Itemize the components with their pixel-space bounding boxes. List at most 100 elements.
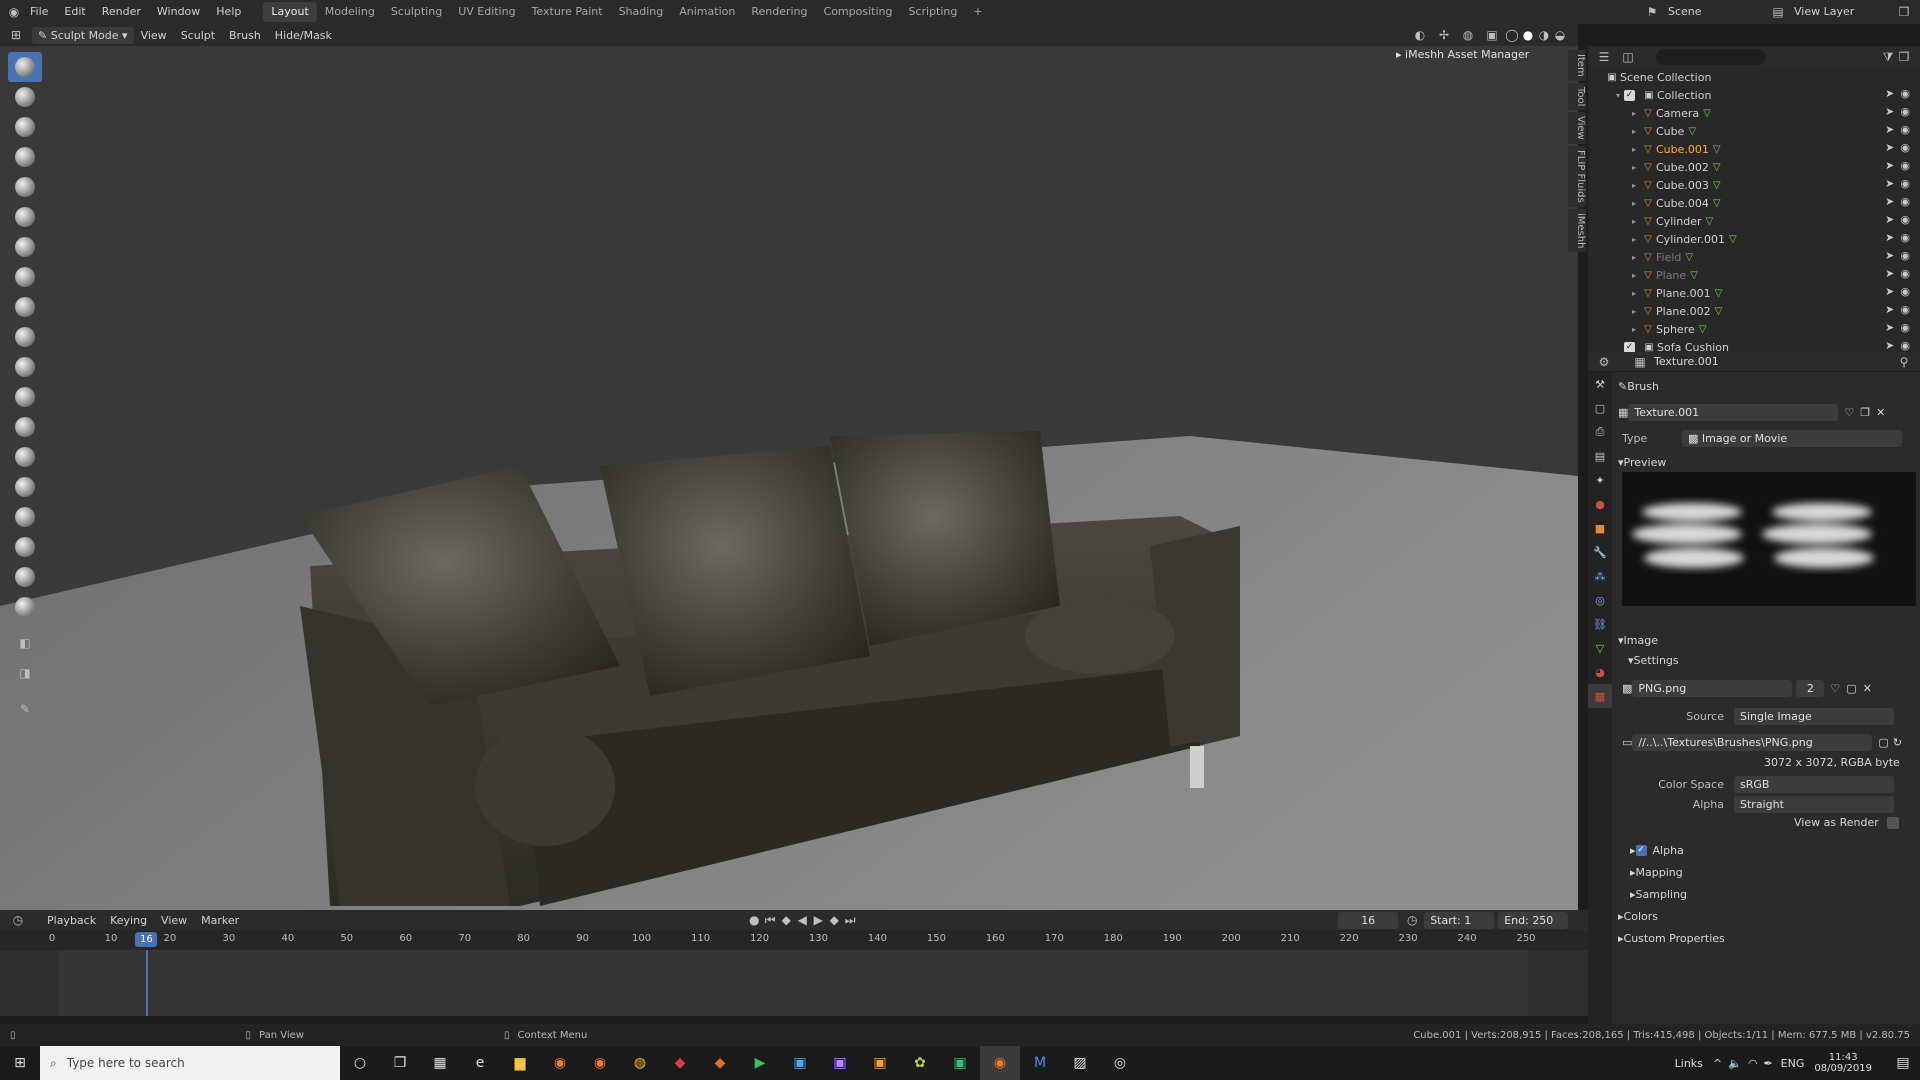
play-icon[interactable]: ▶ [810, 912, 826, 928]
select-arrow-icon[interactable]: ➤ [1885, 321, 1894, 334]
expand-icon[interactable]: ▸ [1628, 307, 1640, 316]
volume-icon[interactable]: 🔈 [1728, 1057, 1742, 1070]
menu-sculpt[interactable]: Sculpt [174, 29, 222, 42]
select-arrow-icon[interactable]: ➤ [1885, 177, 1894, 190]
mode-dropdown[interactable]: ✎ Sculpt Mode ▾ [32, 26, 134, 44]
playhead[interactable] [146, 950, 149, 1016]
add-workspace-button[interactable]: + [965, 2, 990, 22]
asset-manager-panel[interactable]: ▸ iMeshh Asset Manager [1396, 48, 1529, 61]
jump-start-icon[interactable]: ⏮ [762, 912, 778, 928]
select-arrow-icon[interactable]: ➤ [1885, 87, 1894, 100]
outliner-item[interactable]: ▸ ▽ Plane.002 ▽ ➤ ◉ [1588, 302, 1920, 320]
view-layer-selector[interactable]: View Layer [1786, 0, 1896, 24]
display-mode-icon[interactable]: ◫ [1620, 49, 1636, 65]
select-arrow-icon[interactable]: ➤ [1885, 105, 1894, 118]
outliner-item[interactable]: ▸ ▽ Cylinder ▽ ➤ ◉ [1588, 212, 1920, 230]
sampling-section-header[interactable]: ▸ Sampling [1630, 888, 1914, 901]
obs-icon[interactable]: ◎ [1100, 1046, 1140, 1080]
visibility-toggles[interactable]: ➤ ◉ [1885, 285, 1910, 298]
clock-icon[interactable]: ◷ [1404, 912, 1420, 928]
menu-keying[interactable]: Keying [103, 914, 154, 927]
visibility-toggles[interactable]: ➤ ◉ [1885, 177, 1910, 190]
expand-icon[interactable]: ▸ [1628, 127, 1640, 136]
menu-window[interactable]: Window [149, 0, 208, 24]
tool-grab[interactable] [8, 442, 42, 472]
select-arrow-icon[interactable]: ➤ [1885, 213, 1894, 226]
select-arrow-icon[interactable]: ➤ [1885, 195, 1894, 208]
visibility-toggles[interactable]: ➤ ◉ [1885, 123, 1910, 136]
eye-icon[interactable]: ◉ [1900, 231, 1910, 244]
expand-icon[interactable]: ▸ [1628, 325, 1640, 334]
shading-rendered-icon[interactable]: ◒ [1552, 27, 1568, 43]
file-explorer-icon[interactable]: ▆ [500, 1046, 540, 1080]
filter-icon[interactable]: ⧩ [1880, 49, 1896, 65]
language-indicator[interactable]: ENG [1781, 1057, 1805, 1070]
menu-hide-mask[interactable]: Hide/Mask [268, 29, 339, 42]
pen-icon[interactable]: ✒ [1763, 1057, 1772, 1070]
tool-rotate[interactable] [8, 562, 42, 592]
view-layer-tab-icon[interactable]: ▤ [1588, 444, 1612, 468]
expand-icon[interactable]: ▸ [1628, 289, 1640, 298]
xray-icon[interactable]: ▣ [1484, 27, 1500, 43]
calculator-icon[interactable]: ▦ [420, 1046, 460, 1080]
visibility-toggles[interactable]: ➤ ◉ [1885, 267, 1910, 280]
tab-texture-paint[interactable]: Texture Paint [524, 2, 611, 22]
material-tab-icon[interactable]: ◕ [1588, 660, 1612, 684]
colorful-app-icon[interactable]: ✿ [900, 1046, 940, 1080]
visibility-toggles[interactable]: ➤ ◉ [1885, 213, 1910, 226]
tool-flatten[interactable] [8, 322, 42, 352]
jump-end-icon[interactable]: ⏭ [842, 912, 858, 928]
type-dropdown[interactable]: ▩ Image or Movie [1682, 430, 1902, 447]
tool-fill[interactable] [8, 352, 42, 382]
visibility-toggles[interactable]: ➤ ◉ [1885, 195, 1910, 208]
eye-icon[interactable]: ◉ [1900, 249, 1910, 262]
visibility-toggles[interactable]: ➤ ◉ [1885, 339, 1910, 352]
outliner-item[interactable]: ▸ ▽ Cube ▽ ➤ ◉ [1588, 122, 1920, 140]
overlay-icon[interactable]: ◍ [1460, 27, 1476, 43]
illustrator-icon[interactable]: ▣ [860, 1046, 900, 1080]
reload-icon[interactable]: ↻ [1893, 736, 1902, 749]
settings-subsection-header[interactable]: ▾ Settings [1628, 654, 1914, 667]
network-icon[interactable]: ◠ [1748, 1057, 1758, 1070]
select-arrow-icon[interactable]: ➤ [1885, 303, 1894, 316]
current-frame-indicator[interactable]: 16 [135, 932, 158, 947]
select-arrow-icon[interactable]: ➤ [1885, 339, 1894, 352]
windows-start-icon[interactable]: ⊞ [0, 1046, 40, 1080]
side-tab-view[interactable]: View [1568, 112, 1586, 144]
mapping-section-header[interactable]: ▸ Mapping [1630, 866, 1914, 879]
visibility-toggles[interactable]: ➤ ◉ [1885, 321, 1910, 334]
expand-icon[interactable]: ▸ [1628, 181, 1640, 190]
unlink-icon[interactable]: ✕ [1863, 682, 1872, 695]
eye-icon[interactable]: ◉ [1900, 177, 1910, 190]
start-frame-field[interactable]: Start: 1 [1424, 911, 1495, 929]
object-tab-icon[interactable]: ■ [1588, 516, 1612, 540]
expand-icon[interactable]: ▸ [1628, 253, 1640, 262]
outliner-item[interactable]: ▸ ▽ Sphere ▽ ➤ ◉ [1588, 320, 1920, 338]
outliner-item[interactable]: ▸ ▽ Cube.003 ▽ ➤ ◉ [1588, 176, 1920, 194]
outliner-item[interactable]: ▸ ▽ Cube.001 ▽ ➤ ◉ [1588, 140, 1920, 158]
alpha-checkbox[interactable]: ✓ [1635, 845, 1647, 856]
eye-icon[interactable]: ◉ [1900, 321, 1910, 334]
outliner-item[interactable]: ▸ ▽ Plane ▽ ➤ ◉ [1588, 266, 1920, 284]
particles-tab-icon[interactable]: ⁂ [1588, 564, 1612, 588]
gizmo-icon[interactable]: ✢ [1436, 27, 1452, 43]
browse-folder-icon[interactable]: ▢ [1878, 736, 1888, 749]
menu-marker[interactable]: Marker [194, 914, 246, 927]
tool-mask[interactable] [8, 592, 42, 622]
timeline-body[interactable] [0, 950, 1588, 1016]
green-app-icon[interactable]: ▣ [940, 1046, 980, 1080]
current-frame-field[interactable]: 16 [1338, 911, 1399, 929]
unlink-icon[interactable]: ✕ [1876, 406, 1885, 419]
outliner-search-input[interactable] [1656, 49, 1766, 65]
visibility-toggles[interactable]: ➤ ◉ [1885, 105, 1910, 118]
eye-icon[interactable]: ◉ [1900, 123, 1910, 136]
clock[interactable]: 11:43 08/09/2019 [1814, 1052, 1872, 1074]
outliner-item[interactable]: ▸ ▽ Cube.002 ▽ ➤ ◉ [1588, 158, 1920, 176]
shading-wire-icon[interactable]: ◯ [1504, 27, 1520, 43]
menu-view[interactable]: View [134, 29, 174, 42]
tab-shading[interactable]: Shading [611, 2, 672, 22]
photoshop-icon[interactable]: ▣ [780, 1046, 820, 1080]
alpha-section-header[interactable]: ▸ ✓ Alpha [1630, 844, 1914, 857]
tool-nudge[interactable] [8, 532, 42, 562]
tool-tab-icon[interactable]: ⚒ [1588, 372, 1612, 396]
